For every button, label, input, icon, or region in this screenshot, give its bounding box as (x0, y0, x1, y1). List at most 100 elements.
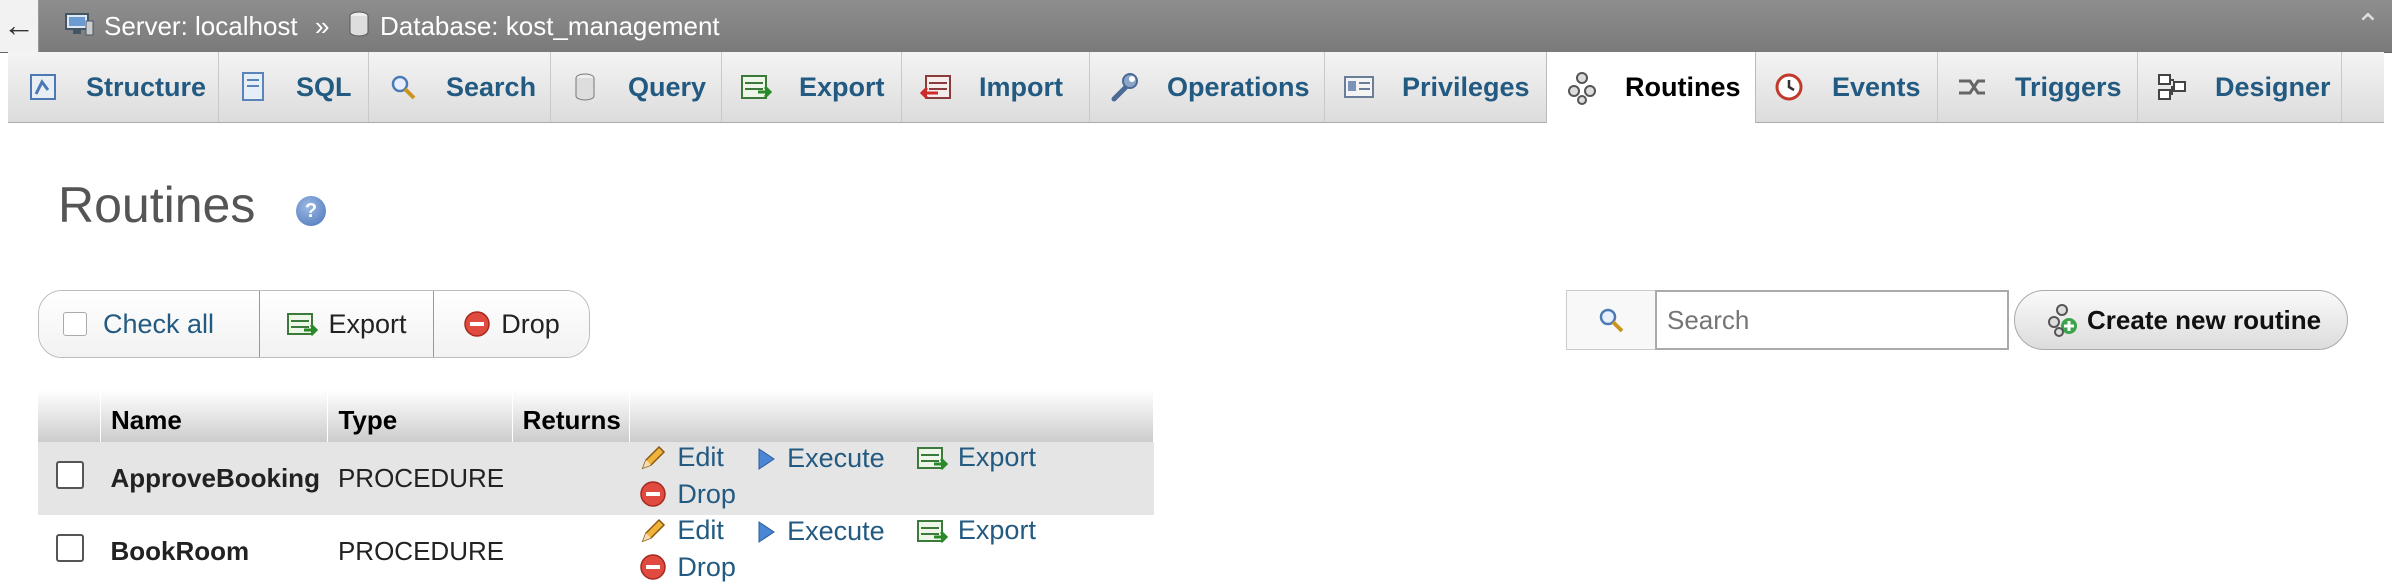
execute-link[interactable]: Execute (755, 443, 885, 474)
tab-export[interactable]: Export (721, 52, 902, 122)
row-select-cell (38, 515, 101, 588)
drop-label: Drop (677, 478, 736, 509)
routine-type: PROCEDURE (327, 442, 513, 515)
search-input[interactable] (1655, 290, 2009, 350)
routine-name: ApproveBooking (100, 442, 328, 515)
routine-type: PROCEDURE (337, 536, 505, 566)
tab-query-label: Query (628, 71, 707, 102)
routine-name: BookRoom (110, 536, 250, 566)
tab-triggers-label: Triggers (2015, 71, 2122, 102)
tab-privileges-label: Privileges (1402, 71, 1530, 102)
column-header-actions (629, 390, 1155, 442)
column-header-name[interactable]: Name (100, 390, 329, 442)
tab-events-label: Events (1832, 71, 1921, 102)
page-title: Routines (58, 177, 256, 233)
sql-icon (236, 70, 270, 104)
search-icon (386, 70, 420, 104)
table-row: ApproveBooking PROCEDURE Edit Execute Ex… (38, 442, 1154, 515)
routines-icon (1565, 71, 1599, 105)
tab-routines-label: Routines (1625, 72, 1741, 102)
tab-import-label: Import (979, 71, 1063, 102)
edit-link[interactable]: Edit (639, 442, 724, 473)
table-header-row: Name Type Returns (38, 390, 1155, 442)
play-icon (755, 446, 777, 472)
bulk-export-button[interactable]: Export (260, 291, 434, 357)
drop-icon (639, 480, 667, 508)
pencil-icon (639, 517, 667, 545)
bulk-drop-button[interactable]: Drop (434, 291, 589, 357)
export-label: Export (957, 442, 1036, 472)
routine-returns (512, 442, 630, 515)
bulk-actions-group: Check all Export Drop (38, 290, 590, 358)
drop-label: Drop (677, 551, 736, 582)
search-icon[interactable] (1566, 290, 1655, 350)
drop-icon (463, 310, 491, 338)
tab-designer[interactable]: Designer (2137, 52, 2342, 122)
row-checkbox[interactable] (56, 534, 85, 562)
top-navigation-bar: ← Server: localhost » Database: kost_man… (0, 0, 2392, 53)
routines-table: Name Type Returns ApproveBooking PROCEDU… (38, 390, 1155, 588)
tab-privileges[interactable]: Privileges (1324, 52, 1547, 122)
collapse-icon[interactable]: ⌃ (2352, 10, 2384, 42)
drop-icon (639, 553, 667, 581)
breadcrumb-server-label: Server: localhost (104, 11, 298, 41)
tab-triggers[interactable]: Triggers (1937, 52, 2138, 122)
routine-returns (512, 515, 629, 588)
tab-search-label: Search (446, 71, 537, 102)
tab-sql[interactable]: SQL (218, 52, 369, 122)
check-all-button[interactable]: Check all (39, 291, 260, 357)
export-link[interactable]: Export (916, 442, 1036, 473)
tab-sql-label: SQL (296, 71, 352, 102)
routines-icon (2045, 303, 2079, 337)
play-icon (755, 519, 777, 545)
export-label: Export (957, 515, 1036, 545)
row-actions: Edit Execute Export Drop (629, 442, 1154, 515)
column-header-returns[interactable]: Returns (512, 390, 630, 442)
tab-export-label: Export (799, 71, 885, 102)
column-header-type[interactable]: Type (327, 390, 513, 442)
clock-icon (1772, 70, 1806, 104)
tab-operations[interactable]: Operations (1089, 52, 1325, 122)
tab-events[interactable]: Events (1754, 52, 1938, 122)
database-icon (348, 2, 370, 54)
check-all-checkbox[interactable] (63, 312, 87, 336)
tab-operations-label: Operations (1167, 71, 1310, 102)
execute-link[interactable]: Execute (755, 516, 885, 547)
edit-link[interactable]: Edit (639, 515, 724, 546)
tab-designer-label: Designer (2215, 71, 2331, 102)
row-select-cell (38, 442, 101, 515)
tab-structure[interactable]: Structure (8, 52, 219, 122)
back-arrow-icon[interactable]: ← (0, 0, 39, 52)
privileges-icon (1342, 70, 1376, 104)
designer-icon (2155, 70, 2189, 104)
export-icon (286, 310, 319, 338)
breadcrumb-server[interactable]: Server: localhost (64, 0, 298, 52)
bulk-export-label: Export (328, 308, 407, 339)
wrench-icon (1107, 70, 1141, 104)
help-icon[interactable]: ? (296, 196, 326, 226)
tab-import[interactable]: Import (901, 52, 1090, 122)
breadcrumb-separator: » (315, 11, 330, 41)
row-actions: Edit Execute Export Drop (629, 515, 1153, 588)
create-new-routine-label: Create new routine (2087, 304, 2322, 335)
breadcrumb-database-label: Database: kost_management (380, 11, 720, 41)
tab-structure-label: Structure (86, 71, 207, 102)
check-all-label: Check all (103, 308, 215, 339)
column-header-select (38, 390, 101, 442)
drop-link[interactable]: Drop (639, 552, 736, 583)
create-new-routine-button[interactable]: Create new routine (2014, 290, 2348, 350)
breadcrumb-database[interactable]: Database: kost_management (348, 0, 720, 52)
export-link[interactable]: Export (916, 515, 1036, 546)
triggers-icon (1955, 70, 1989, 104)
tab-routines[interactable]: Routines (1546, 52, 1756, 123)
search-box (1566, 290, 2009, 350)
edit-label: Edit (677, 515, 724, 545)
drop-link[interactable]: Drop (639, 479, 736, 510)
execute-label: Execute (787, 443, 885, 473)
row-checkbox[interactable] (56, 461, 85, 489)
tab-query[interactable]: Query (550, 52, 722, 122)
table-row: BookRoom PROCEDURE Edit Execute Export D… (38, 515, 1154, 588)
server-icon (64, 2, 94, 54)
export-icon (916, 444, 948, 472)
tab-search[interactable]: Search (368, 52, 551, 122)
